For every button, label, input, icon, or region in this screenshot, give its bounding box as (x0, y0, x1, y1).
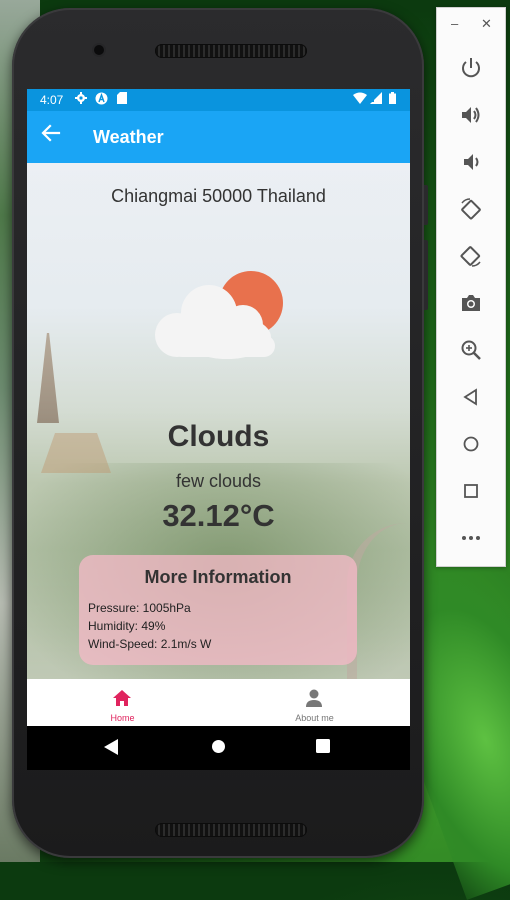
more-icon[interactable] (459, 526, 483, 550)
weather-description: few clouds (175, 471, 262, 491)
volume-rocker[interactable] (424, 185, 428, 225)
minimize-icon[interactable]: – (451, 16, 458, 31)
rotate-right-icon[interactable] (459, 244, 483, 268)
bottom-navigation: Home About me (27, 679, 410, 726)
signal-icon (370, 92, 382, 107)
cloud-sun-icon (149, 265, 289, 361)
temperature-readout: 32.12°C (162, 498, 275, 533)
gear-icon (75, 92, 87, 107)
nav-home[interactable]: Home (27, 679, 218, 726)
back-triangle-icon[interactable] (104, 739, 118, 760)
battery-icon (389, 92, 396, 107)
camera-icon[interactable] (459, 291, 483, 315)
nav-home-label: Home (110, 713, 135, 723)
close-icon[interactable]: ✕ (481, 16, 492, 32)
overview-icon[interactable] (459, 479, 483, 503)
zoom-icon[interactable] (459, 338, 483, 362)
background-pagoda (37, 333, 59, 423)
person-icon (304, 688, 324, 708)
home-circle-icon[interactable] (211, 739, 226, 759)
bottom-speaker-grille (155, 823, 307, 837)
more-information-card: More Information Pressure: 1005hPa Humid… (79, 555, 357, 665)
wind-speed-value: Wind-Speed: 2.1m/s W (88, 637, 212, 651)
power-icon[interactable] (459, 56, 483, 80)
back-icon[interactable] (459, 385, 483, 409)
back-arrow-icon[interactable] (41, 123, 61, 149)
system-navigation-bar (27, 726, 410, 770)
top-speaker-grille (155, 44, 307, 58)
volume-up-icon[interactable] (459, 103, 483, 127)
front-camera (94, 45, 104, 55)
status-bar: 4:07 (27, 89, 410, 111)
home-icon (112, 688, 132, 708)
pressure-value: Pressure: 1005hPa (88, 601, 191, 615)
app-bar: Weather (27, 111, 410, 163)
location-label: Chiangmai 50000 Thailand (111, 186, 326, 206)
nav-about-me[interactable]: About me (219, 679, 410, 726)
nav-about-label: About me (295, 713, 334, 723)
recents-square-icon[interactable] (316, 739, 330, 758)
wifi-icon (353, 92, 367, 107)
app-bar-title: Weather (93, 127, 164, 147)
humidity-value: Humidity: 49% (88, 619, 166, 633)
emulator-control-panel: – ✕ (436, 7, 506, 567)
rotate-left-icon[interactable] (459, 197, 483, 221)
more-information-title: More Information (144, 567, 292, 587)
volume-down-icon[interactable] (459, 150, 483, 174)
a-notification-icon (95, 92, 108, 108)
power-side-button[interactable] (424, 240, 428, 310)
weather-condition: Clouds (167, 420, 270, 453)
home-icon[interactable] (459, 432, 483, 456)
status-time: 4:07 (40, 93, 64, 107)
sd-card-icon (117, 92, 127, 107)
device-screen: 4:07 Weather Chiangmai 50000 Thailand Cl… (27, 89, 410, 770)
